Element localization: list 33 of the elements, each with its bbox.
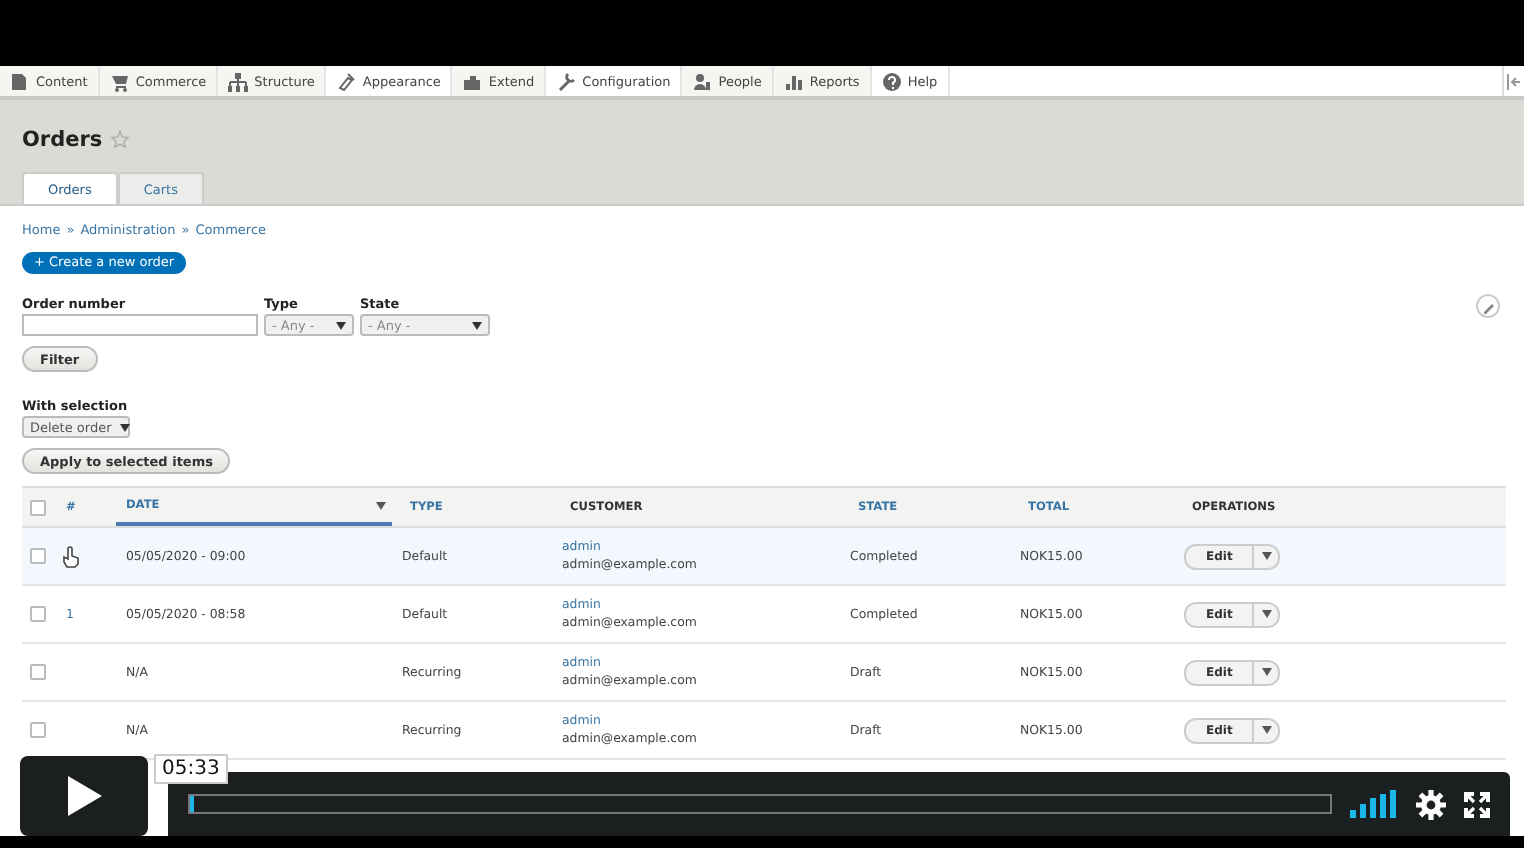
help-icon: [881, 71, 902, 91]
arrow-icon: [1506, 73, 1522, 89]
time-tooltip: 05:33: [154, 754, 228, 784]
row-checkbox[interactable]: [30, 606, 46, 622]
toolbar-orientation-button[interactable]: [1502, 66, 1524, 96]
dropdown-arrow-icon: [119, 423, 130, 431]
hierarchy-icon: [228, 71, 249, 91]
play-icon: [66, 776, 102, 816]
select-all-checkbox[interactable]: [30, 499, 46, 515]
row-checkbox[interactable]: [30, 664, 46, 680]
dropdown-arrow-icon: [1261, 726, 1272, 734]
document-icon: [10, 71, 30, 91]
dropdown-arrow-icon: [472, 321, 482, 329]
bar-chart-icon: [783, 71, 804, 91]
edit-pencil-button[interactable]: [1476, 294, 1500, 318]
dropdown-arrow-icon: [1261, 668, 1272, 676]
row-checkbox[interactable]: [30, 722, 46, 738]
pencil-icon: [1481, 299, 1495, 313]
fullscreen-icon: [1464, 791, 1490, 817]
volume-icon: [1350, 790, 1398, 818]
row-checkbox[interactable]: [30, 548, 46, 564]
cart-icon: [109, 71, 130, 91]
order-number-field[interactable]: [22, 314, 258, 336]
dropdown-arrow-icon: [1261, 610, 1272, 618]
settings-icon: [1416, 789, 1446, 819]
people-icon: [692, 71, 713, 91]
dropdown-arrow-icon: [336, 321, 346, 329]
play-button[interactable]: [20, 756, 148, 836]
page-title: Orders: [22, 128, 103, 152]
wrench-icon: [556, 71, 577, 91]
hand-cursor-icon: [62, 545, 80, 567]
progress-bar[interactable]: [188, 794, 1332, 814]
dropdown-arrow-icon: [1261, 552, 1272, 560]
